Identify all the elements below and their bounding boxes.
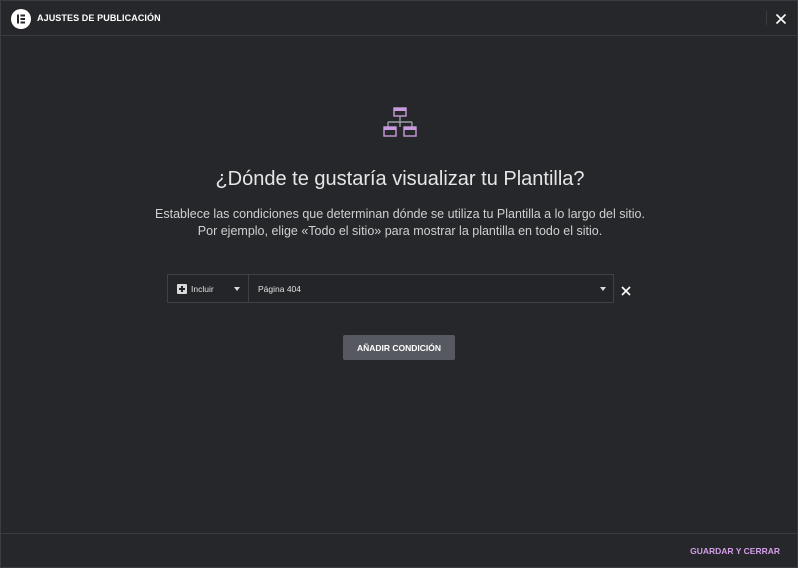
page-title: ¿Dónde te gustaría visualizar tu Plantil…	[215, 168, 585, 190]
close-icon[interactable]	[775, 12, 787, 25]
page-description: Establece las condiciones que determinan…	[1, 206, 798, 240]
include-select[interactable]: Incluir	[168, 275, 249, 302]
plus-square-icon	[177, 283, 187, 294]
modal-header: AJUSTES DE PUBLICACIÓN	[1, 1, 797, 36]
publish-settings-modal: AJUSTES DE PUBLICACIÓN ¿Dónde te gustarí…	[0, 0, 798, 568]
description-line-1: Establece las condiciones que determinan…	[155, 207, 645, 221]
modal-footer: GUARDAR Y CERRAR	[1, 533, 797, 568]
include-label: Incluir	[191, 283, 214, 294]
description-line-2: Por ejemplo, elige «Todo el sitio» para …	[197, 224, 603, 238]
chevron-down-icon	[234, 287, 240, 291]
condition-target-select[interactable]: Página 404	[249, 275, 613, 302]
sitemap-icon	[383, 107, 417, 139]
elementor-logo-icon	[11, 9, 31, 29]
condition-target-value: Página 404	[258, 283, 302, 294]
header-divider	[766, 11, 767, 25]
condition-row: Incluir Página 404	[167, 274, 614, 303]
close-icon	[621, 286, 631, 296]
chevron-down-icon	[600, 287, 606, 291]
add-condition-button[interactable]: AÑADIR CONDICIÓN	[343, 335, 455, 360]
remove-condition-button[interactable]	[621, 283, 631, 296]
save-and-close-button[interactable]: GUARDAR Y CERRAR	[690, 546, 780, 556]
modal-title: AJUSTES DE PUBLICACIÓN	[37, 13, 161, 23]
